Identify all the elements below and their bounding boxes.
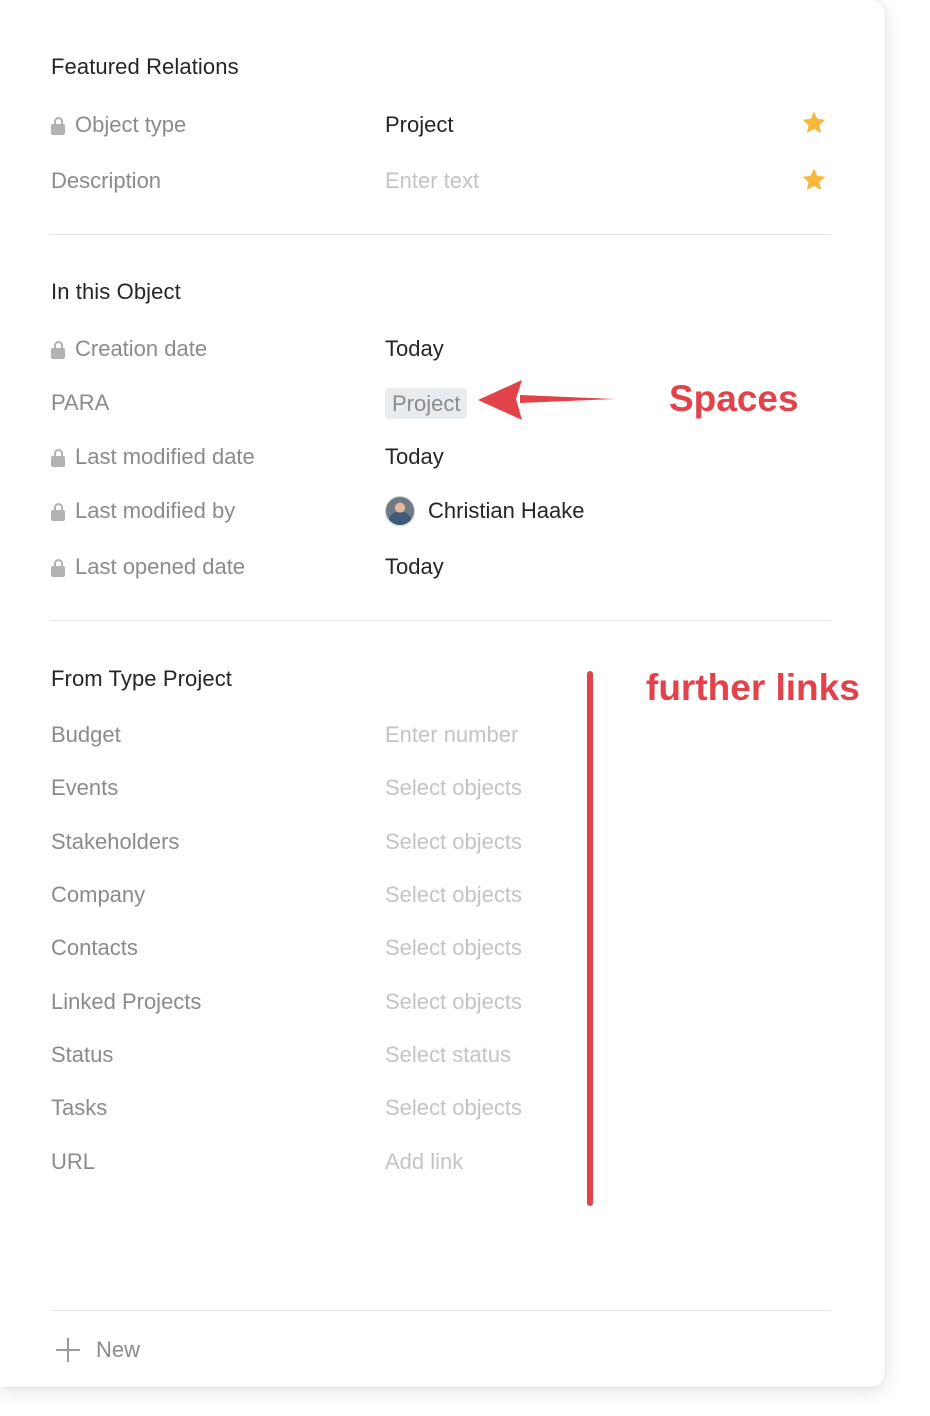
annotation-spaces: Spaces <box>669 378 799 419</box>
relation-name: URL <box>51 1149 96 1174</box>
events-select[interactable]: Select objects <box>385 768 522 808</box>
relation-row-stakeholders[interactable]: Stakeholders Select objects <box>0 822 885 862</box>
arrow-annotation <box>478 380 615 420</box>
relation-name: Status <box>51 1042 114 1067</box>
relation-name: Stakeholders <box>51 829 180 854</box>
relation-row-contacts[interactable]: Contacts Select objects <box>0 928 885 968</box>
relation-row-last-modified-date[interactable]: Last modified date Today <box>0 437 885 477</box>
avatar[interactable] <box>385 496 415 526</box>
tasks-select[interactable]: Select objects <box>385 1088 522 1128</box>
lock-icon <box>51 117 65 135</box>
relation-row-budget[interactable]: Budget Enter number <box>0 715 885 755</box>
relation-row-status[interactable]: Status Select status <box>0 1035 885 1075</box>
relation-name: Last modified date <box>75 444 255 469</box>
relation-row-events[interactable]: Events Select objects <box>0 768 885 808</box>
relation-row-linked-projects[interactable]: Linked Projects Select objects <box>0 982 885 1022</box>
relation-name: Object type <box>75 112 187 137</box>
user-name[interactable]: Christian Haake <box>428 491 585 531</box>
annotation-further-links: further links <box>646 667 860 708</box>
relation-row-tasks[interactable]: Tasks Select objects <box>0 1088 885 1128</box>
relation-row-description[interactable]: Description Enter text <box>0 161 885 201</box>
stakeholders-select[interactable]: Select objects <box>385 822 522 862</box>
relation-row-company[interactable]: Company Select objects <box>0 875 885 915</box>
company-select[interactable]: Select objects <box>385 875 522 915</box>
new-label: New <box>96 1337 141 1362</box>
divider <box>51 620 831 621</box>
plus-icon <box>56 1338 80 1362</box>
description-input[interactable]: Enter text <box>385 161 479 201</box>
relation-value[interactable]: Today <box>385 547 444 587</box>
budget-input[interactable]: Enter number <box>385 715 518 755</box>
relation-name: Events <box>51 775 119 800</box>
relation-value[interactable]: Project <box>385 105 453 145</box>
lock-icon <box>51 449 65 467</box>
relation-row-url[interactable]: URL Add link <box>0 1142 885 1182</box>
relation-value[interactable]: Today <box>385 437 444 477</box>
star-icon[interactable] <box>800 109 828 137</box>
relation-row-creation-date[interactable]: Creation date Today <box>0 329 885 369</box>
relation-value[interactable]: Today <box>385 329 444 369</box>
divider <box>51 234 831 235</box>
section-title-in-object: In this Object <box>51 279 181 304</box>
relation-name: PARA <box>51 390 110 415</box>
new-relation-button[interactable]: New <box>51 1330 140 1370</box>
relation-row-object-type[interactable]: Object type Project <box>0 105 885 145</box>
contacts-select[interactable]: Select objects <box>385 928 522 968</box>
section-title-featured: Featured Relations <box>51 54 239 79</box>
relation-row-last-opened-date[interactable]: Last opened date Today <box>0 547 885 587</box>
relation-name: Tasks <box>51 1095 108 1120</box>
para-tag[interactable]: Project <box>385 387 468 419</box>
relation-row-last-modified-by[interactable]: Last modified by Christian Haake <box>0 491 885 531</box>
divider <box>51 1310 831 1311</box>
url-input[interactable]: Add link <box>385 1142 463 1182</box>
relation-name: Last opened date <box>75 554 246 579</box>
annotation-line <box>587 671 593 1206</box>
relation-name: Contacts <box>51 935 138 960</box>
relation-name: Linked Projects <box>51 989 202 1014</box>
relation-name: Company <box>51 882 146 907</box>
relation-name: Last modified by <box>75 498 236 523</box>
lock-icon <box>51 503 65 521</box>
relation-name: Budget <box>51 722 121 747</box>
star-icon[interactable] <box>800 166 828 194</box>
section-title-from-type: From Type Project <box>51 666 233 691</box>
relation-name: Description <box>51 168 162 193</box>
linked-projects-select[interactable]: Select objects <box>385 982 522 1022</box>
lock-icon <box>51 341 65 359</box>
status-select[interactable]: Select status <box>385 1035 511 1075</box>
lock-icon <box>51 559 65 577</box>
relation-name: Creation date <box>75 336 208 361</box>
